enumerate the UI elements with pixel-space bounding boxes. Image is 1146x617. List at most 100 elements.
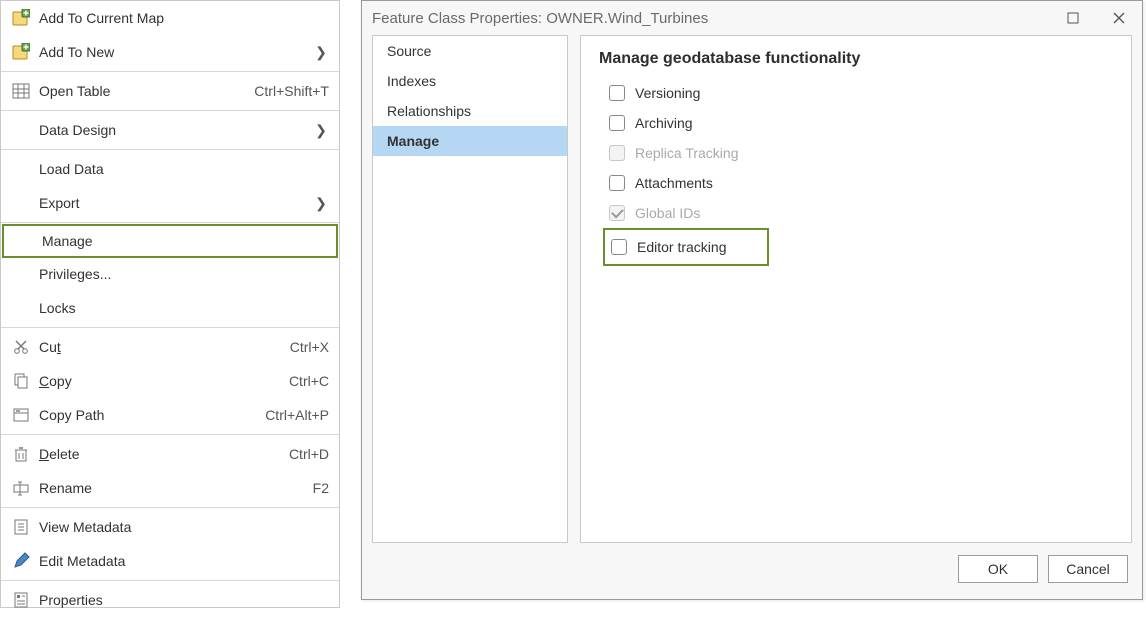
menu-label: Export xyxy=(39,195,313,211)
menu-shortcut: F2 xyxy=(313,480,329,496)
checkbox-icon[interactable] xyxy=(609,85,625,101)
blank-icon xyxy=(9,296,33,320)
menu-label: Add To Current Map xyxy=(39,10,329,26)
tab-manage[interactable]: Manage xyxy=(373,126,567,156)
tab-indexes[interactable]: Indexes xyxy=(373,66,567,96)
checkbox-icon[interactable] xyxy=(609,115,625,131)
menu-label: Privileges... xyxy=(39,266,329,282)
menu-copy[interactable]: Copy Ctrl+C xyxy=(1,364,339,398)
menu-privileges[interactable]: Privileges... xyxy=(1,257,339,291)
menu-separator xyxy=(1,580,339,581)
menu-properties[interactable]: Properties xyxy=(1,583,339,617)
blank-icon xyxy=(9,118,33,142)
menu-locks[interactable]: Locks xyxy=(1,291,339,325)
trash-icon xyxy=(9,442,33,466)
add-map-icon xyxy=(9,40,33,64)
menu-label: Open Table xyxy=(39,83,244,99)
menu-add-to-current-map[interactable]: Add To Current Map xyxy=(1,1,339,35)
close-button[interactable] xyxy=(1096,2,1142,34)
menu-manage[interactable]: Manage xyxy=(2,224,338,258)
checkbox-label: Replica Tracking xyxy=(635,145,739,161)
maximize-button[interactable] xyxy=(1050,2,1096,34)
blank-icon xyxy=(9,157,33,181)
dialog-body: Source Indexes Relationships Manage Mana… xyxy=(362,35,1142,543)
dialog-tab-list: Source Indexes Relationships Manage xyxy=(372,35,568,543)
menu-delete[interactable]: Delete Ctrl+D xyxy=(1,437,339,471)
checkbox-icon xyxy=(609,205,625,221)
chevron-right-icon: ❯ xyxy=(313,195,329,212)
check-editor-tracking[interactable]: Editor tracking xyxy=(603,228,769,266)
menu-export[interactable]: Export ❯ xyxy=(1,186,339,220)
menu-load-data[interactable]: Load Data xyxy=(1,152,339,186)
menu-label: Rename xyxy=(39,480,303,496)
menu-edit-metadata[interactable]: Edit Metadata xyxy=(1,544,339,578)
add-map-icon xyxy=(9,6,33,30)
copy-path-icon xyxy=(9,403,33,427)
open-table-icon xyxy=(9,79,33,103)
menu-separator xyxy=(1,327,339,328)
checkbox-icon[interactable] xyxy=(611,239,627,255)
content-heading: Manage geodatabase functionality xyxy=(599,50,1113,68)
menu-label: Load Data xyxy=(39,161,329,177)
tab-source[interactable]: Source xyxy=(373,36,567,66)
menu-shortcut: Ctrl+X xyxy=(290,339,329,355)
copy-icon xyxy=(9,369,33,393)
check-global-ids: Global IDs xyxy=(599,198,1113,228)
cancel-button[interactable]: Cancel xyxy=(1048,555,1128,583)
check-archiving[interactable]: Archiving xyxy=(599,108,1113,138)
check-versioning[interactable]: Versioning xyxy=(599,78,1113,108)
checkbox-label: Attachments xyxy=(635,175,713,191)
menu-cut[interactable]: Cut Ctrl+X xyxy=(1,330,339,364)
check-attachments[interactable]: Attachments xyxy=(599,168,1113,198)
menu-label: Properties xyxy=(39,592,329,608)
menu-separator xyxy=(1,507,339,508)
menu-label: View Metadata xyxy=(39,519,329,535)
pencil-icon xyxy=(9,549,33,573)
checkbox-icon[interactable] xyxy=(609,175,625,191)
ok-button[interactable]: OK xyxy=(958,555,1038,583)
menu-label: Copy xyxy=(39,373,279,389)
checkbox-label: Versioning xyxy=(635,85,700,101)
menu-open-table[interactable]: Open Table Ctrl+Shift+T xyxy=(1,74,339,108)
menu-rename[interactable]: Rename F2 xyxy=(1,471,339,505)
menu-separator xyxy=(1,71,339,72)
dialog-content: Manage geodatabase functionality Version… xyxy=(580,35,1132,543)
checkbox-icon xyxy=(609,145,625,161)
rename-icon xyxy=(9,476,33,500)
dialog-title: Feature Class Properties: OWNER.Wind_Tur… xyxy=(372,10,1050,27)
menu-copy-path[interactable]: Copy Path Ctrl+Alt+P xyxy=(1,398,339,432)
dialog-titlebar: Feature Class Properties: OWNER.Wind_Tur… xyxy=(362,1,1142,35)
checkbox-label: Global IDs xyxy=(635,205,700,221)
menu-label: Delete xyxy=(39,446,279,462)
blank-icon xyxy=(9,262,33,286)
menu-add-to-new[interactable]: Add To New ❯ xyxy=(1,35,339,69)
menu-view-metadata[interactable]: View Metadata xyxy=(1,510,339,544)
view-metadata-icon xyxy=(9,515,33,539)
chevron-right-icon: ❯ xyxy=(313,44,329,61)
chevron-right-icon: ❯ xyxy=(313,122,329,139)
blank-icon xyxy=(9,191,33,215)
menu-label: Copy Path xyxy=(39,407,255,423)
menu-separator xyxy=(1,149,339,150)
menu-shortcut: Ctrl+C xyxy=(289,373,329,389)
menu-label: Cut xyxy=(39,339,280,355)
menu-data-design[interactable]: Data Design ❯ xyxy=(1,113,339,147)
properties-icon xyxy=(9,588,33,612)
menu-label: Add To New xyxy=(39,44,313,60)
menu-label: Manage xyxy=(42,233,326,249)
menu-shortcut: Ctrl+D xyxy=(289,446,329,462)
menu-label: Locks xyxy=(39,300,329,316)
tab-relationships[interactable]: Relationships xyxy=(373,96,567,126)
check-replica-tracking: Replica Tracking xyxy=(599,138,1113,168)
menu-separator xyxy=(1,434,339,435)
menu-shortcut: Ctrl+Shift+T xyxy=(254,83,329,99)
scissors-icon xyxy=(9,335,33,359)
checkbox-label: Editor tracking xyxy=(637,239,726,255)
menu-shortcut: Ctrl+Alt+P xyxy=(265,407,329,423)
menu-label: Edit Metadata xyxy=(39,553,329,569)
blank-icon xyxy=(12,229,36,253)
context-menu: Add To Current Map Add To New ❯ Open Tab… xyxy=(0,0,340,608)
menu-separator xyxy=(1,110,339,111)
menu-separator xyxy=(1,222,339,223)
feature-class-properties-dialog: Feature Class Properties: OWNER.Wind_Tur… xyxy=(361,0,1143,600)
